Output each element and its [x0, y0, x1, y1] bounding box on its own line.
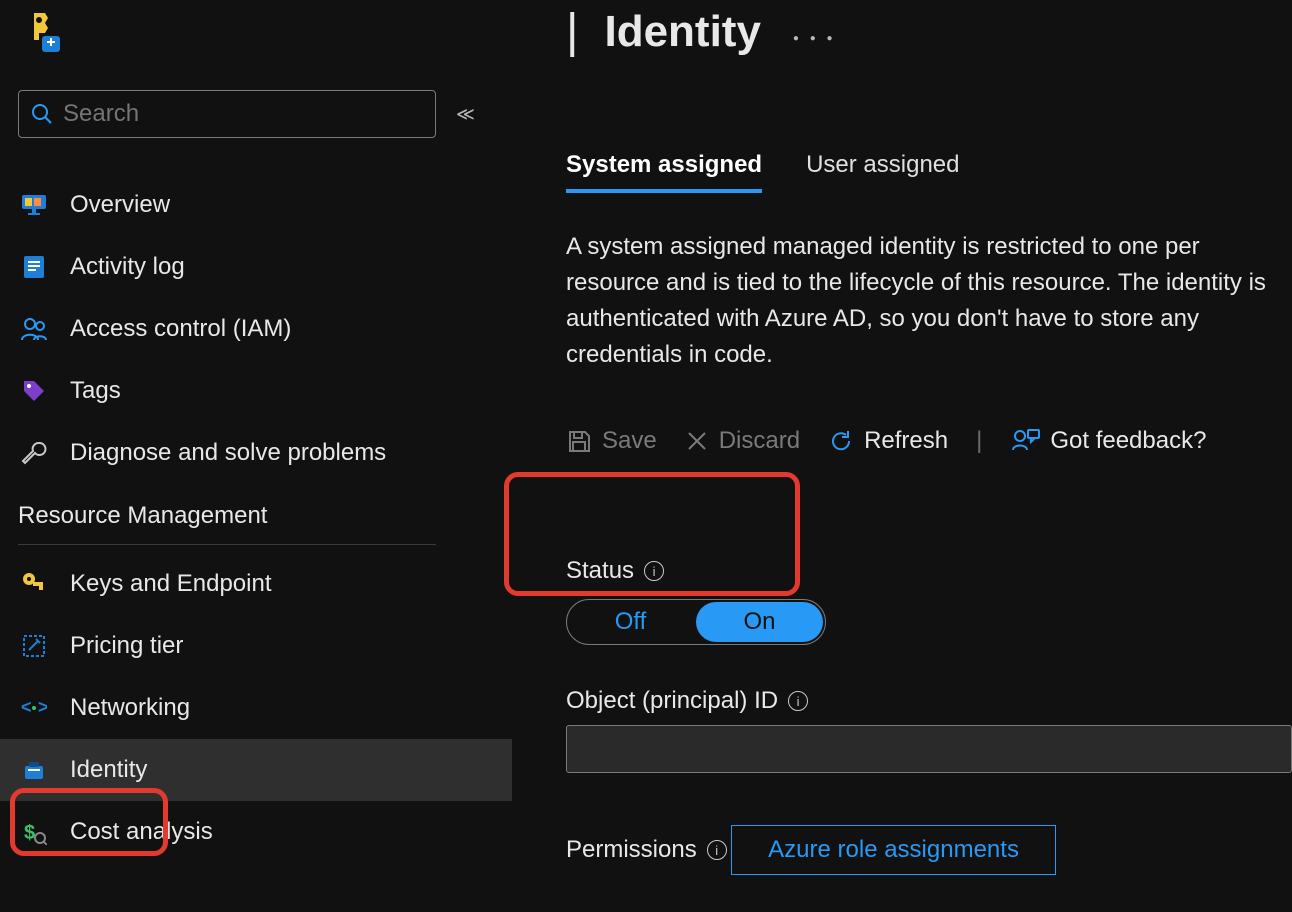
sidebar-item-access-control[interactable]: Access control (IAM): [18, 298, 510, 360]
sidebar-item-label: Diagnose and solve problems: [70, 439, 386, 467]
info-icon[interactable]: i: [644, 561, 664, 581]
identity-icon: [20, 756, 48, 784]
refresh-button[interactable]: Refresh: [828, 427, 948, 455]
tab-system-assigned[interactable]: System assigned: [566, 151, 762, 193]
sidebar-item-label: Keys and Endpoint: [70, 570, 271, 598]
save-icon: [566, 428, 592, 454]
status-toggle-off[interactable]: Off: [567, 600, 694, 644]
tags-icon: [20, 377, 48, 405]
refresh-icon: [828, 428, 854, 454]
feedback-icon: [1010, 428, 1040, 454]
section-resource-management: Resource Management: [18, 502, 510, 530]
sidebar-item-activity-log[interactable]: Activity log: [18, 236, 510, 298]
sidebar-item-label: Activity log: [70, 253, 185, 281]
permissions-label: Permissions: [566, 836, 697, 864]
activity-log-icon: [20, 253, 48, 281]
title-separator: |: [566, 4, 578, 59]
key-vault-icon: [20, 10, 62, 52]
status-label: Status: [566, 557, 634, 585]
sidebar-item-label: Access control (IAM): [70, 315, 291, 343]
page-title: Identity: [604, 7, 760, 57]
diagnose-icon: [20, 439, 48, 467]
sidebar-item-tags[interactable]: Tags: [18, 360, 510, 422]
access-control-icon: [20, 315, 48, 343]
sidebar-item-identity[interactable]: Identity: [0, 739, 512, 801]
sidebar-item-label: Networking: [70, 694, 190, 722]
sidebar-search[interactable]: [18, 90, 436, 138]
search-icon: [31, 103, 53, 125]
more-icon[interactable]: ● ● ●: [793, 33, 837, 44]
save-button[interactable]: Save: [566, 427, 657, 455]
sidebar-item-label: Cost analysis: [70, 818, 213, 846]
svg-text:$: $: [24, 822, 35, 844]
overview-icon: [20, 191, 48, 219]
sidebar-item-label: Identity: [70, 756, 147, 784]
toolbar-separator: |: [976, 427, 982, 455]
cost-analysis-icon: $: [20, 818, 48, 846]
sidebar-item-cost-analysis[interactable]: $ Cost analysis: [18, 801, 510, 863]
networking-icon: <>: [20, 694, 48, 722]
pricing-tier-icon: [20, 632, 48, 660]
info-icon[interactable]: i: [788, 691, 808, 711]
sidebar-item-label: Overview: [70, 191, 170, 219]
sidebar-item-pricing-tier[interactable]: Pricing tier: [18, 615, 510, 677]
sidebar-item-networking[interactable]: <> Networking: [18, 677, 510, 739]
key-icon: [20, 570, 48, 598]
object-id-input[interactable]: [566, 725, 1292, 773]
status-toggle[interactable]: Off On: [566, 599, 826, 645]
svg-text:<: <: [21, 697, 32, 717]
azure-role-assignments-button[interactable]: Azure role assignments: [731, 825, 1056, 875]
object-id-label: Object (principal) ID: [566, 687, 778, 715]
sidebar-item-keys-endpoint[interactable]: Keys and Endpoint: [18, 553, 510, 615]
tab-user-assigned[interactable]: User assigned: [806, 151, 959, 193]
status-toggle-on[interactable]: On: [696, 602, 823, 642]
close-icon: [685, 429, 709, 453]
page-title-row: | Identity ● ● ●: [566, 4, 1292, 59]
sidebar-item-label: Pricing tier: [70, 632, 183, 660]
sidebar-item-diagnose[interactable]: Diagnose and solve problems: [18, 422, 510, 484]
collapse-sidebar-icon[interactable]: ≪: [456, 104, 469, 125]
identity-description: A system assigned managed identity is re…: [566, 229, 1292, 373]
section-divider: [18, 544, 436, 545]
feedback-button[interactable]: Got feedback?: [1010, 427, 1206, 455]
sidebar-item-overview[interactable]: Overview: [18, 174, 510, 236]
info-icon[interactable]: i: [707, 840, 727, 860]
discard-button[interactable]: Discard: [685, 427, 800, 455]
sidebar-item-label: Tags: [70, 377, 121, 405]
svg-text:>: >: [38, 697, 47, 717]
search-input[interactable]: [63, 100, 423, 128]
